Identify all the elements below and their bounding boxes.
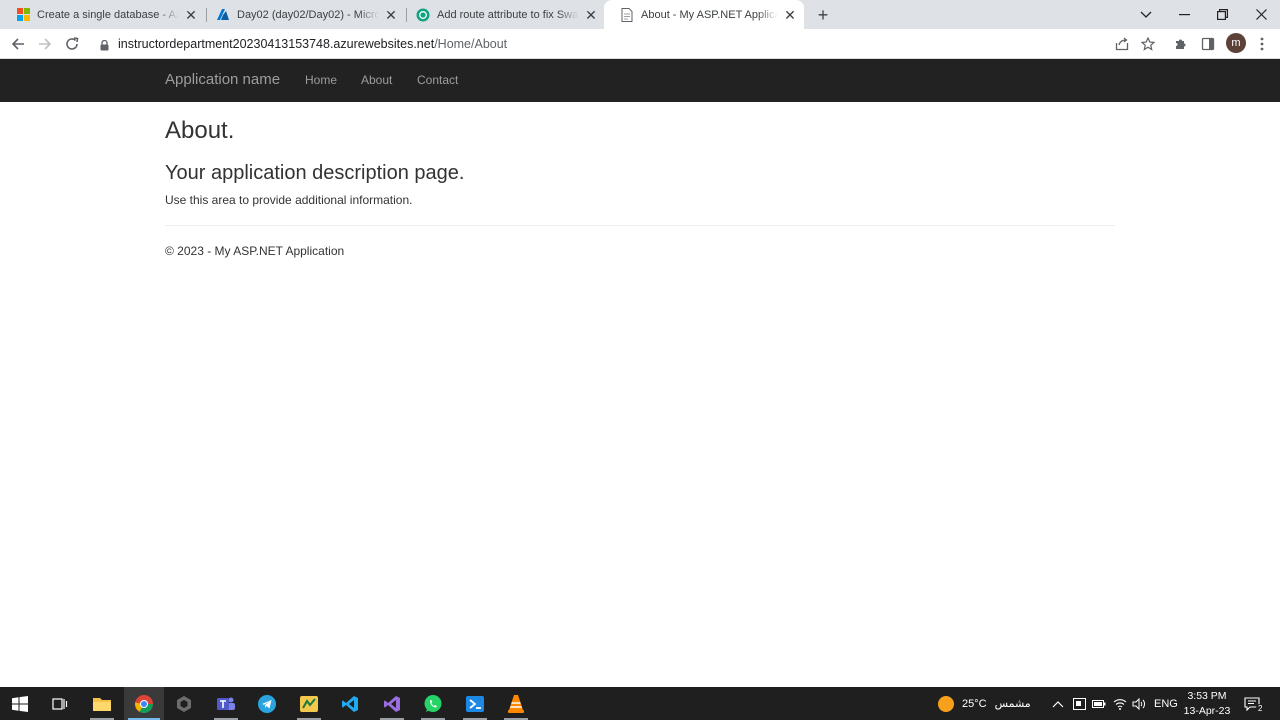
vlc-icon[interactable] bbox=[496, 687, 536, 720]
close-tab-icon[interactable]: ✕ bbox=[583, 7, 599, 23]
weather-desc: مشمس bbox=[994, 698, 1031, 710]
weather-widget[interactable]: 25°C مشمس bbox=[938, 687, 1031, 720]
show-hidden-icons-chevron-icon[interactable] bbox=[1052, 687, 1064, 720]
taskbar: 25°C مشمس ENG 3:53 PM 13-Apr-23 2 bbox=[0, 687, 1280, 720]
url-path: /Home/About bbox=[434, 37, 508, 51]
lock-icon bbox=[100, 38, 109, 56]
azure-devops-icon bbox=[216, 8, 230, 22]
browser-toolbar: instructordepartment20230413153748.azure… bbox=[0, 29, 1280, 59]
visual-studio-icon[interactable] bbox=[372, 687, 412, 720]
close-tab-icon[interactable]: ✕ bbox=[782, 7, 798, 23]
input-language[interactable]: ENG bbox=[1154, 687, 1178, 720]
page-description: Use this area to provide additional info… bbox=[165, 193, 413, 207]
browser-menu-icon[interactable] bbox=[1251, 33, 1273, 55]
footer-text: © 2023 - My ASP.NET Application bbox=[165, 244, 345, 258]
url-text: instructordepartment20230413153748.azure… bbox=[118, 37, 507, 51]
bookmark-star-icon[interactable] bbox=[1137, 33, 1159, 55]
weather-temp: 25°C bbox=[962, 697, 987, 710]
new-tab-button[interactable]: + bbox=[813, 5, 833, 25]
back-arrow-icon[interactable] bbox=[7, 33, 29, 55]
address-bar[interactable]: instructordepartment20230413153748.azure… bbox=[90, 32, 1168, 57]
close-tab-icon[interactable]: ✕ bbox=[183, 7, 199, 23]
language-label: ENG bbox=[1154, 697, 1178, 710]
footer-divider bbox=[165, 225, 1115, 226]
tab-strip: Create a single database - Azure ✕ Day02… bbox=[0, 0, 1280, 29]
meet-now-icon[interactable] bbox=[1073, 687, 1086, 720]
chrome-icon[interactable] bbox=[124, 687, 164, 720]
profile-avatar[interactable]: m bbox=[1226, 33, 1246, 53]
task-view-icon[interactable] bbox=[40, 687, 80, 720]
system-clock[interactable]: 3:53 PM 13-Apr-23 bbox=[1180, 689, 1234, 719]
tab-title: Add route attribute to fix Swagger bbox=[437, 8, 579, 21]
whatsapp-icon[interactable] bbox=[413, 687, 453, 720]
tab-azure-devops[interactable]: Day02 (day02/Day02) - Microsoft ✕ bbox=[200, 0, 405, 29]
url-host: instructordepartment20230413153748.azure… bbox=[118, 37, 435, 51]
sun-icon bbox=[938, 695, 954, 712]
close-window-icon[interactable] bbox=[1243, 0, 1279, 29]
extensions-puzzle-icon[interactable] bbox=[1170, 33, 1192, 55]
tab-search-chevron-icon[interactable] bbox=[1128, 0, 1164, 29]
brand-link[interactable]: Application name bbox=[165, 71, 280, 88]
clock-time: 3:53 PM bbox=[1187, 690, 1227, 702]
volume-icon[interactable] bbox=[1132, 687, 1146, 720]
tab-azure-database[interactable]: Create a single database - Azure ✕ bbox=[0, 0, 205, 29]
microsoft-logo-icon bbox=[16, 8, 30, 22]
vscode-icon[interactable] bbox=[330, 687, 370, 720]
notification-count: 2 bbox=[1256, 704, 1265, 713]
file-explorer-icon[interactable] bbox=[82, 687, 122, 720]
side-panel-icon[interactable] bbox=[1197, 33, 1219, 55]
restore-icon[interactable] bbox=[1204, 0, 1240, 29]
battery-icon[interactable] bbox=[1092, 687, 1106, 720]
page-title: About. bbox=[165, 117, 235, 144]
close-tab-icon[interactable]: ✕ bbox=[383, 7, 399, 23]
minimize-icon[interactable] bbox=[1166, 0, 1202, 29]
site-navbar: Application name Home About Contact bbox=[0, 59, 1280, 102]
page-subtitle: Your application description page. bbox=[165, 162, 465, 184]
nav-about-link[interactable]: About bbox=[361, 73, 392, 87]
tab-title: Create a single database - Azure bbox=[37, 8, 179, 21]
tab-chatgpt[interactable]: Add route attribute to fix Swagger ✕ bbox=[400, 0, 605, 29]
chatgpt-icon bbox=[416, 8, 430, 22]
unity-hub-icon[interactable] bbox=[164, 687, 204, 720]
nav-home-link[interactable]: Home bbox=[305, 73, 337, 87]
telegram-icon[interactable] bbox=[247, 687, 287, 720]
tab-title: About - My ASP.NET Application bbox=[641, 8, 778, 21]
remote-app-icon[interactable] bbox=[455, 687, 495, 720]
reload-icon[interactable] bbox=[61, 33, 83, 55]
windows-start-icon[interactable] bbox=[0, 687, 40, 720]
page-document-icon bbox=[620, 7, 634, 22]
wifi-icon[interactable] bbox=[1113, 687, 1127, 720]
clock-date: 13-Apr-23 bbox=[1183, 705, 1231, 717]
forward-arrow-icon[interactable] bbox=[34, 33, 56, 55]
notifications-icon[interactable]: 2 bbox=[1244, 687, 1265, 720]
tab-title: Day02 (day02/Day02) - Microsoft bbox=[237, 8, 379, 21]
teams-icon[interactable] bbox=[206, 687, 246, 720]
sticky-app-icon[interactable] bbox=[289, 687, 329, 720]
nav-contact-link[interactable]: Contact bbox=[417, 73, 458, 87]
tab-about-active[interactable]: About - My ASP.NET Application ✕ bbox=[604, 0, 804, 29]
share-icon[interactable] bbox=[1111, 33, 1133, 55]
